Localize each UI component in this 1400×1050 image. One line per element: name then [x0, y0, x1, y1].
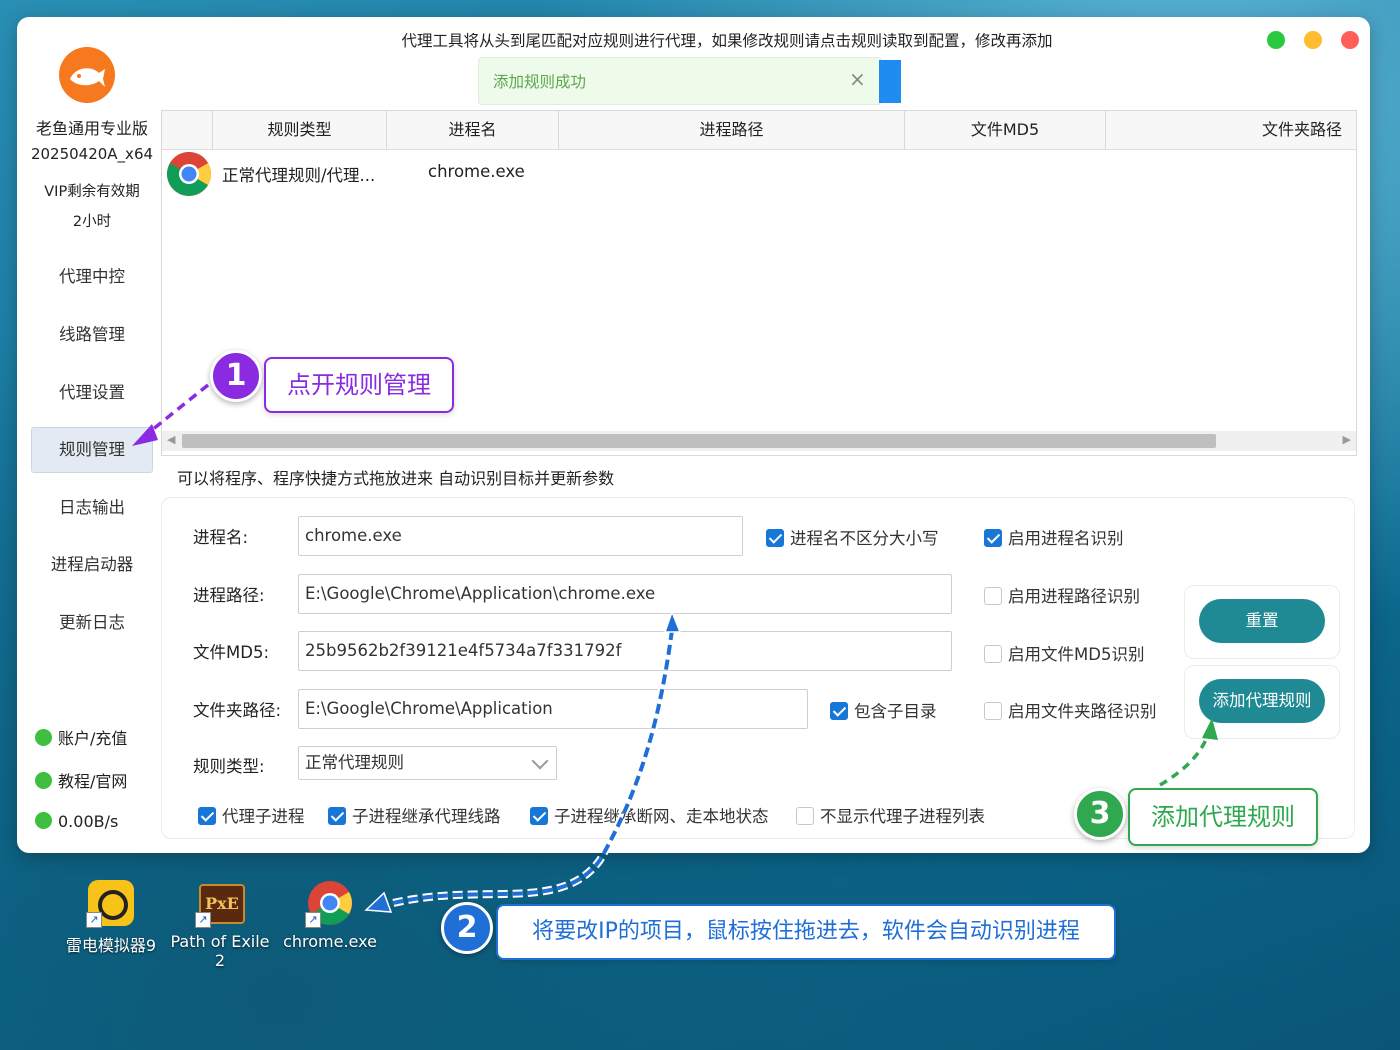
desktop-icon-chrome[interactable]: ↗ chrome.exe: [275, 880, 385, 951]
ldplayer-icon: ↗: [86, 880, 134, 928]
annotation-1-callout: 点开规则管理: [264, 357, 454, 413]
annotation-3-callout: 添加代理规则: [1128, 788, 1318, 846]
annotation-2-badge: 2: [441, 902, 493, 954]
desktop-icon-poe2[interactable]: PxE ↗ Path of Exile 2: [165, 880, 275, 970]
desktop-icon-label: chrome.exe: [283, 932, 377, 951]
desktop-icon-ldplayer[interactable]: ↗ 雷电模拟器9: [56, 880, 166, 956]
annotation-3-badge: 3: [1074, 788, 1126, 840]
desktop-icon-label: 雷电模拟器9: [65, 936, 157, 955]
annotation-1-badge: 1: [210, 350, 262, 402]
poe2-icon: PxE ↗: [195, 880, 245, 928]
desktop-icon-label: Path of Exile 2: [170, 932, 270, 970]
annotation-2-callout: 将要改IP的项目，鼠标按住拖进去，软件会自动识别进程: [496, 904, 1116, 960]
chrome-icon: ↗: [305, 880, 353, 928]
